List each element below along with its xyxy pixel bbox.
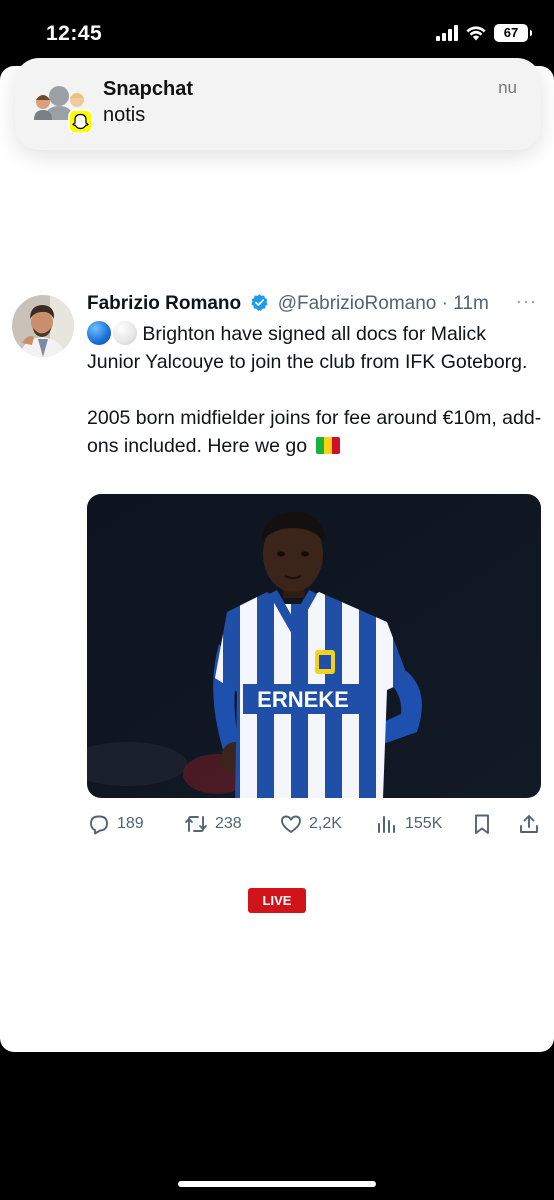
- like-count: 2,2K: [309, 815, 342, 832]
- wifi-icon: [466, 26, 486, 41]
- share-button[interactable]: [517, 810, 541, 838]
- sponsor-text: ERNEKE: [257, 687, 349, 712]
- snapchat-icon: [34, 86, 93, 134]
- share-icon: [520, 815, 538, 833]
- tweet-time[interactable]: 11m: [453, 293, 489, 314]
- views-count: 155K: [405, 815, 443, 832]
- like-icon: [281, 815, 301, 833]
- reply-icon: [90, 815, 108, 835]
- notification-body: notis: [103, 104, 146, 126]
- home-indicator[interactable]: [178, 1181, 376, 1187]
- like-button[interactable]: 2,2K: [279, 810, 342, 838]
- author-avatar[interactable]: [12, 295, 74, 357]
- tweet-text-line1: Brighton have signed all docs for Malick…: [87, 323, 528, 373]
- repost-icon: [185, 816, 207, 832]
- white-circle-emoji: [113, 321, 137, 345]
- more-icon[interactable]: ···: [516, 291, 537, 312]
- tweet-text: Brighton have signed all docs for Malick…: [87, 320, 542, 460]
- repost-count: 238: [215, 815, 242, 832]
- tweet-paragraph-2: 2005 born midfielder joins for fee aroun…: [87, 404, 542, 460]
- reply-button[interactable]: 189: [87, 810, 144, 838]
- tweet-action-bar: 189 238 2,2K 155K: [87, 810, 541, 838]
- header-separator: ·: [441, 293, 448, 314]
- notification-app-name: Snapchat: [103, 78, 194, 100]
- battery-icon: 67: [494, 24, 532, 42]
- tweet-paragraph-1: Brighton have signed all docs for Malick…: [87, 320, 542, 376]
- author-handle[interactable]: @FabrizioRomano: [278, 293, 437, 314]
- views-icon: [378, 816, 395, 833]
- status-icons: 67: [436, 24, 532, 42]
- notification-banner[interactable]: Snapchat notis nu: [15, 58, 541, 150]
- mali-flag-emoji: [316, 437, 341, 454]
- bookmark-button[interactable]: [471, 810, 493, 838]
- status-time: 12:45: [46, 22, 103, 45]
- bookmark-icon: [475, 814, 489, 834]
- views-button[interactable]: 155K: [375, 810, 442, 838]
- author-name[interactable]: Fabrizio Romano: [87, 293, 241, 314]
- signal-icon: [436, 25, 458, 41]
- repost-button[interactable]: 238: [183, 810, 242, 838]
- live-badge[interactable]: LIVE: [248, 888, 306, 913]
- notification-time: nu: [498, 78, 517, 97]
- reply-count: 189: [117, 815, 144, 832]
- tweet-media-image[interactable]: ERNEKE: [87, 494, 541, 798]
- blue-circle-emoji: [87, 321, 111, 345]
- tweet-text-line2: 2005 born midfielder joins for fee aroun…: [87, 407, 542, 457]
- verified-icon: [251, 294, 269, 311]
- tweet-header: Fabrizio Romano @FabrizioRomano · 11m ··…: [87, 291, 537, 319]
